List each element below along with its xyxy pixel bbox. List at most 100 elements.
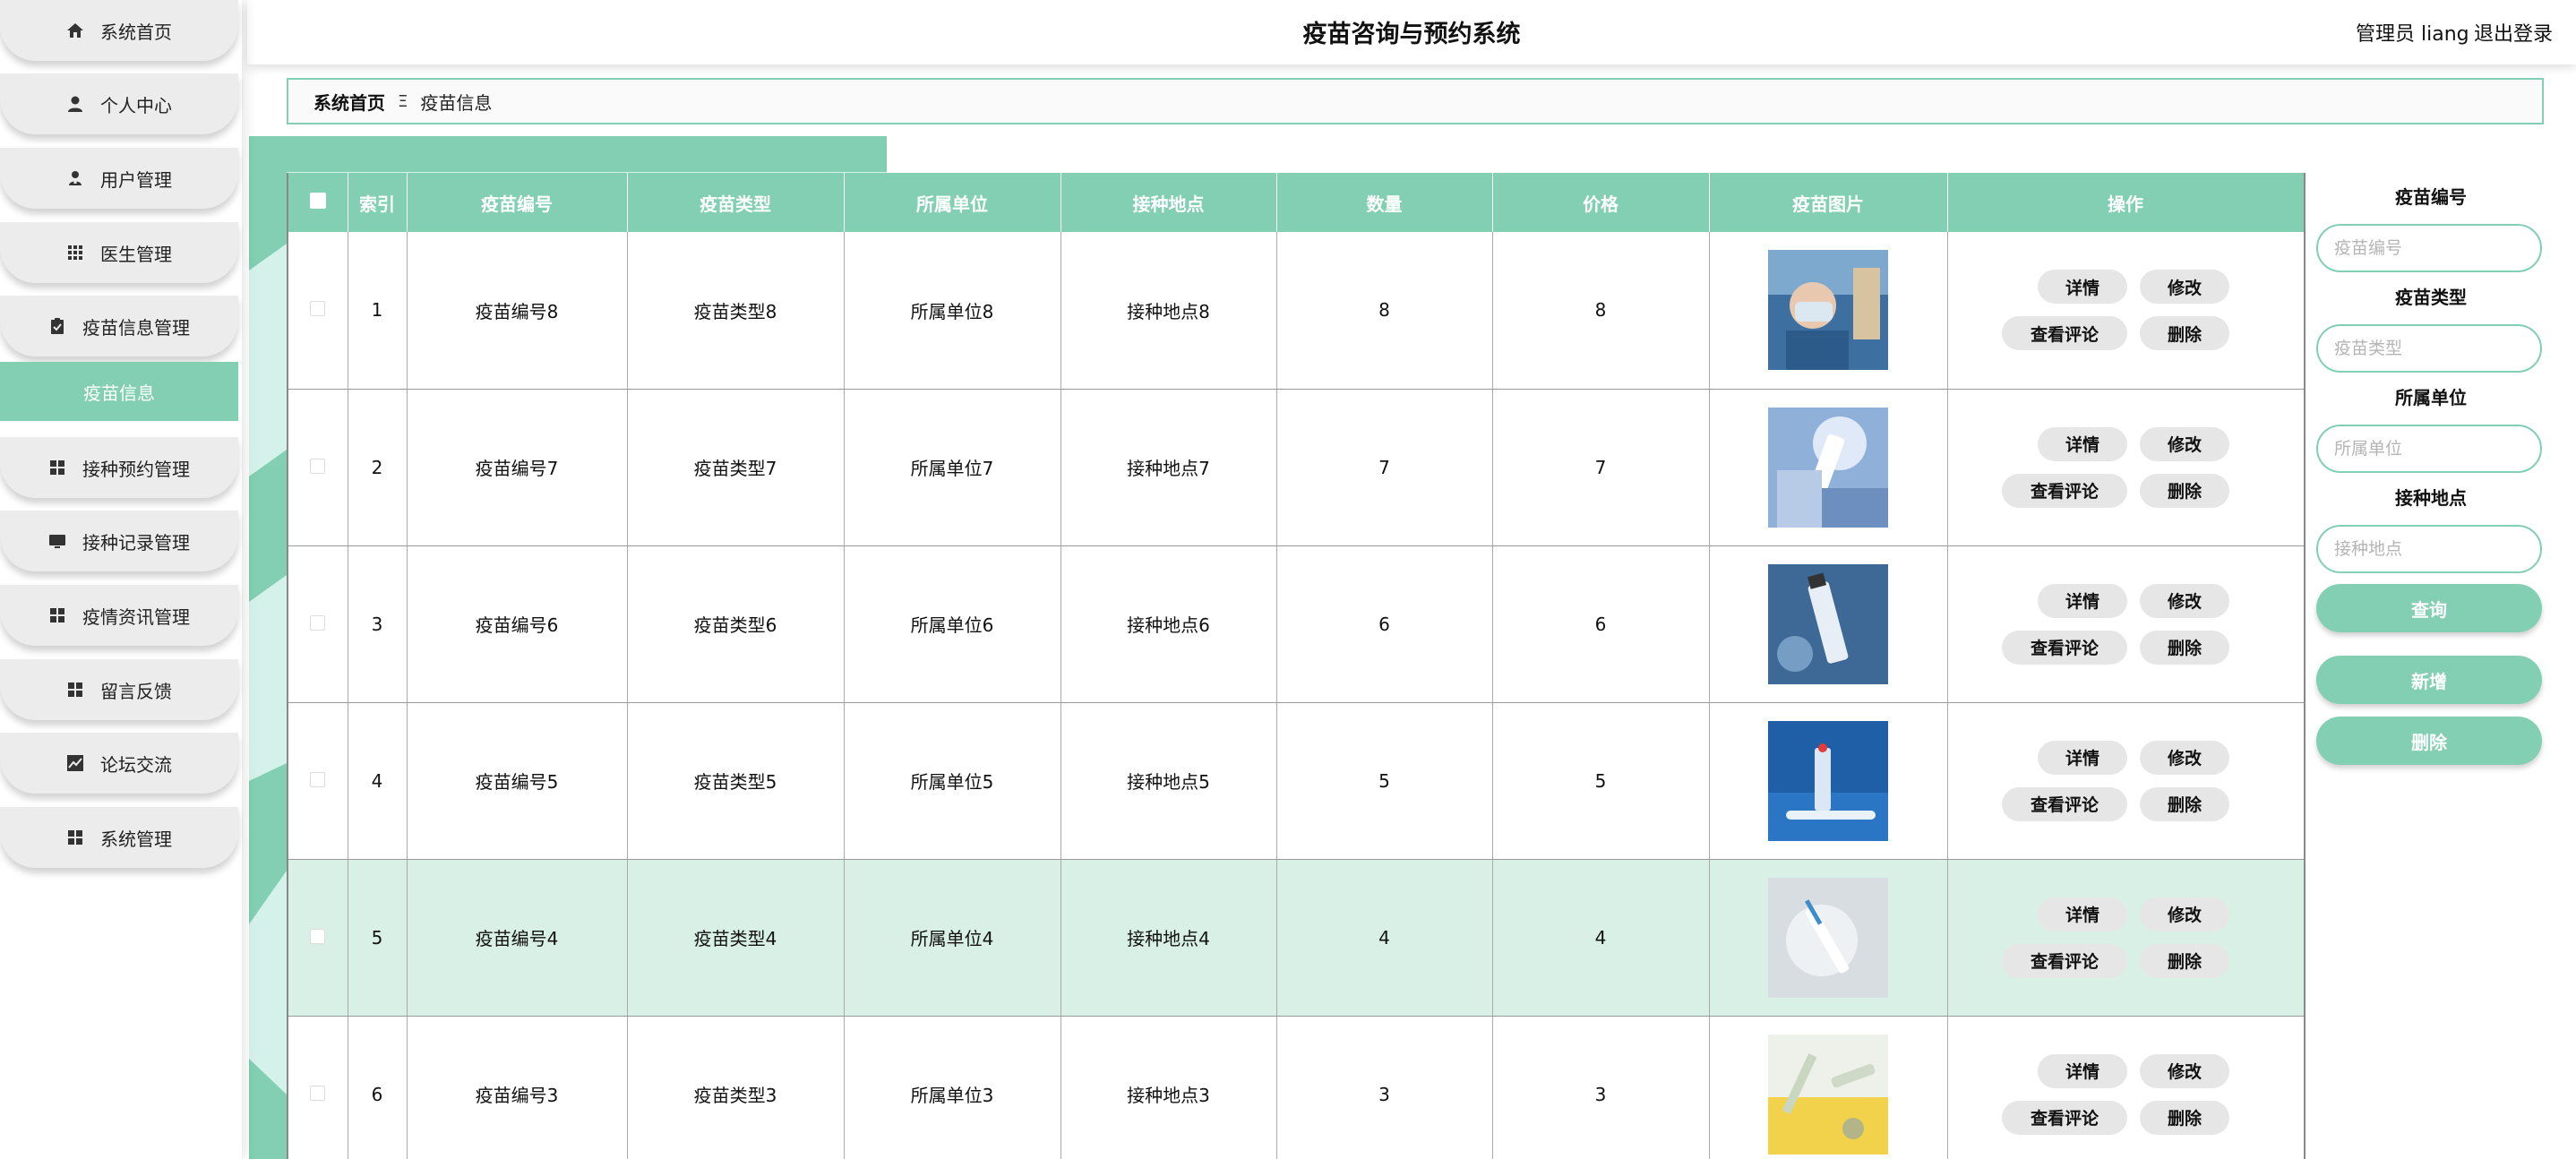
table-row: 6 疫苗编号3 疫苗类型3 所属单位3 接种地点3 3 3 详情 修改 查看评论… [288,1016,2304,1159]
cell-price: 6 [1492,545,1710,703]
sidebar: 系统首页 个人中心 用户管理 医生管理 疫苗信息管理 疫苗信息 接种预约管理 接… [0,0,242,1159]
delete-row-button[interactable]: 删除 [2140,1100,2229,1135]
column-header-index: 索引 [348,173,408,232]
column-header-code: 疫苗编号 [407,173,628,232]
cell-type: 疫苗类型5 [627,702,845,860]
search-unit-label: 所属单位 [2395,387,2467,408]
view-comments-button[interactable]: 查看评论 [2002,316,2127,351]
sidebar-item-feedback[interactable]: 留言反馈 [0,659,238,720]
apps-icon [66,828,84,846]
detail-button[interactable]: 详情 [2038,270,2127,305]
search-type-input[interactable] [2316,324,2542,373]
detail-button[interactable]: 详情 [2038,583,2127,618]
sidebar-subitem-label: 疫苗信息 [83,382,155,404]
cell-type: 疫苗类型4 [627,859,845,1017]
cell-unit: 所属单位3 [844,1016,1061,1159]
user-icon [66,95,84,113]
sidebar-item-users[interactable]: 用户管理 [0,148,238,209]
batch-delete-button[interactable]: 删除 [2316,717,2542,765]
edit-button[interactable]: 修改 [2140,270,2229,305]
user-manage-icon [66,169,84,187]
query-button[interactable]: 查询 [2316,584,2542,632]
column-header-unit: 所属单位 [844,173,1061,232]
monitor-icon [48,532,66,550]
sidebar-item-profile[interactable]: 个人中心 [0,73,238,134]
column-header-actions: 操作 [1947,173,2304,232]
sidebar-item-label: 接种预约管理 [82,458,190,480]
detail-button[interactable]: 详情 [2038,1053,2127,1088]
sidebar-item-label: 医生管理 [100,243,172,265]
vaccine-image[interactable] [1768,720,1888,841]
sidebar-item-label: 论坛交流 [100,753,172,776]
sidebar-item-label: 接种记录管理 [82,531,190,554]
breadcrumb-separator: Ξ [398,91,408,111]
apps-icon [48,606,66,624]
row-checkbox[interactable] [310,928,326,944]
view-comments-button[interactable]: 查看评论 [2002,1100,2127,1135]
view-comments-button[interactable]: 查看评论 [2002,473,2127,508]
delete-row-button[interactable]: 删除 [2140,473,2229,508]
cell-price: 3 [1492,1016,1710,1159]
cell-type: 疫苗类型8 [627,232,845,390]
sidebar-subitem-vaccine-info[interactable]: 疫苗信息 [0,362,238,421]
sidebar-item-system[interactable]: 系统管理 [0,807,238,868]
vaccine-image[interactable] [1768,407,1888,528]
search-place-input[interactable] [2316,525,2542,573]
view-comments-button[interactable]: 查看评论 [2002,943,2127,978]
grid-icon [66,244,84,262]
apps-icon [48,459,66,476]
sidebar-item-news[interactable]: 疫情资讯管理 [0,585,238,646]
table-row: 1 疫苗编号8 疫苗类型8 所属单位8 接种地点8 8 8 详情 修改 查看评论… [288,232,2304,390]
cell-price: 4 [1492,859,1710,1017]
search-unit-input[interactable] [2316,425,2542,473]
sidebar-item-records[interactable]: 接种记录管理 [0,511,238,571]
add-button[interactable]: 新增 [2316,656,2542,704]
delete-row-button[interactable]: 删除 [2140,786,2229,821]
delete-row-button[interactable]: 删除 [2140,630,2229,665]
select-all-header[interactable] [288,173,348,232]
sidebar-item-vaccine-manage[interactable]: 疫苗信息管理 [0,296,238,356]
detail-button[interactable]: 详情 [2038,897,2127,931]
row-checkbox[interactable] [310,458,326,474]
vaccine-image[interactable] [1768,563,1888,684]
edit-button[interactable]: 修改 [2140,426,2229,461]
edit-button[interactable]: 修改 [2140,740,2229,775]
view-comments-button[interactable]: 查看评论 [2002,786,2127,821]
cell-index: 3 [348,545,408,703]
vaccine-image[interactable] [1768,250,1888,371]
cell-place: 接种地点5 [1060,702,1277,860]
logout-link[interactable]: 退出登录 [2474,18,2553,47]
breadcrumb: 系统首页 Ξ 疫苗信息 [287,78,2544,124]
detail-button[interactable]: 详情 [2038,426,2127,461]
cell-place: 接种地点8 [1060,232,1277,390]
cell-quantity: 3 [1276,1016,1493,1159]
sidebar-item-forum[interactable]: 论坛交流 [0,733,238,794]
row-actions: 详情 修改 查看评论 删除 [1948,583,2304,665]
row-checkbox[interactable] [310,614,326,631]
sidebar-item-label: 疫情资讯管理 [82,605,190,628]
select-all-checkbox[interactable] [309,193,326,209]
vaccine-image[interactable] [1768,877,1888,998]
sidebar-item-home[interactable]: 系统首页 [0,0,238,61]
sidebar-item-label: 留言反馈 [100,680,172,702]
search-code-input[interactable] [2316,224,2542,272]
row-checkbox[interactable] [310,301,326,317]
sidebar-item-doctors[interactable]: 医生管理 [0,222,238,283]
row-checkbox[interactable] [310,771,326,787]
cell-price: 8 [1492,232,1710,390]
vaccine-image[interactable] [1768,1034,1888,1155]
edit-button[interactable]: 修改 [2140,897,2229,931]
delete-row-button[interactable]: 删除 [2140,943,2229,978]
view-comments-button[interactable]: 查看评论 [2002,630,2127,665]
row-actions: 详情 修改 查看评论 删除 [1948,1053,2304,1135]
sidebar-item-appointments[interactable]: 接种预约管理 [0,437,238,498]
apps-icon [66,681,84,699]
breadcrumb-home[interactable]: 系统首页 [313,89,385,115]
cell-price: 7 [1492,389,1710,546]
detail-button[interactable]: 详情 [2038,740,2127,775]
row-checkbox[interactable] [310,1085,326,1101]
edit-button[interactable]: 修改 [2140,583,2229,618]
search-code-label: 疫苗编号 [2395,186,2467,208]
edit-button[interactable]: 修改 [2140,1053,2229,1088]
delete-row-button[interactable]: 删除 [2140,316,2229,351]
